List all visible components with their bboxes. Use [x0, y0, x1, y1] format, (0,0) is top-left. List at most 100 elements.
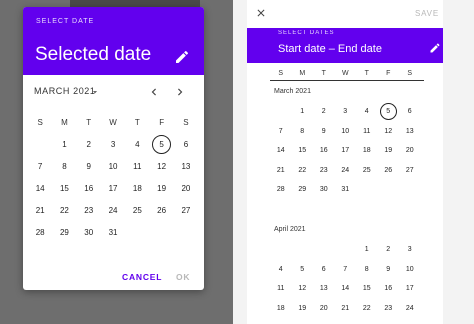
save-button[interactable]: SAVE: [415, 9, 439, 18]
day-cell[interactable]: 23: [313, 161, 335, 181]
pencil-icon[interactable]: [429, 42, 441, 54]
day-cell[interactable]: 7: [270, 122, 292, 142]
day-cell[interactable]: 17: [101, 177, 125, 199]
day-cell[interactable]: 4: [356, 102, 378, 122]
day-cell[interactable]: 24: [101, 199, 125, 221]
day-cell[interactable]: 2: [313, 102, 335, 122]
day-cell[interactable]: 16: [77, 177, 101, 199]
day-cell[interactable]: 13: [313, 279, 335, 299]
ok-button[interactable]: OK: [176, 272, 190, 282]
day-cell[interactable]: 28: [270, 180, 292, 200]
day-cell[interactable]: 7: [335, 260, 357, 280]
day-cell[interactable]: 10: [101, 155, 125, 177]
day-cell[interactable]: 18: [125, 177, 149, 199]
day-cell[interactable]: 12: [149, 155, 173, 177]
day-cell[interactable]: 22: [52, 199, 76, 221]
day-cell[interactable]: 11: [270, 279, 292, 299]
day-cell[interactable]: 12: [378, 122, 400, 142]
day-cell[interactable]: 11: [356, 122, 378, 142]
day-cell[interactable]: 3: [335, 102, 357, 122]
day-cell[interactable]: 1: [292, 102, 314, 122]
day-cell[interactable]: 9: [77, 155, 101, 177]
day-cell[interactable]: 14: [28, 177, 52, 199]
day-cell[interactable]: 19: [149, 177, 173, 199]
day-cell[interactable]: 5: [149, 133, 173, 155]
day-cell[interactable]: 19: [378, 141, 400, 161]
day-cell[interactable]: 13: [174, 155, 198, 177]
day-cell[interactable]: 28: [28, 221, 52, 243]
day-cell[interactable]: 7: [28, 155, 52, 177]
day-cell[interactable]: 15: [356, 279, 378, 299]
day-cell[interactable]: 24: [399, 299, 421, 319]
day-cell[interactable]: 13: [399, 122, 421, 142]
day-cell[interactable]: 1: [356, 240, 378, 260]
day-cell[interactable]: 6: [174, 133, 198, 155]
day-cell[interactable]: 31: [101, 221, 125, 243]
day-cell[interactable]: 26: [149, 199, 173, 221]
day-cell[interactable]: 10: [335, 122, 357, 142]
day-cell[interactable]: 6: [313, 260, 335, 280]
day-cell[interactable]: 11: [125, 155, 149, 177]
chevron-left-icon[interactable]: [147, 85, 161, 99]
arrow-drop-down-icon[interactable]: [90, 87, 100, 97]
day-cell[interactable]: 25: [125, 199, 149, 221]
day-cell[interactable]: 29: [52, 221, 76, 243]
day-cell[interactable]: 2: [77, 133, 101, 155]
day-cell[interactable]: 10: [399, 260, 421, 280]
day-cell[interactable]: 6: [399, 102, 421, 122]
day-cell[interactable]: 4: [270, 260, 292, 280]
day-cell[interactable]: 25: [356, 161, 378, 181]
day-cell[interactable]: 20: [174, 177, 198, 199]
day-cell[interactable]: 8: [356, 260, 378, 280]
day-cell[interactable]: 23: [378, 299, 400, 319]
day-cell[interactable]: 17: [399, 279, 421, 299]
day-cell[interactable]: 20: [399, 141, 421, 161]
day-cell[interactable]: 9: [378, 260, 400, 280]
day-cell[interactable]: 14: [335, 279, 357, 299]
day-cell[interactable]: 5: [292, 260, 314, 280]
day-cell[interactable]: 23: [77, 199, 101, 221]
day-cell[interactable]: 9: [313, 122, 335, 142]
day-cell[interactable]: 3: [101, 133, 125, 155]
day-cell[interactable]: 16: [378, 279, 400, 299]
day-cell[interactable]: 31: [335, 180, 357, 200]
day-cell[interactable]: 27: [399, 161, 421, 181]
day-cell[interactable]: 2: [378, 240, 400, 260]
day-cell[interactable]: 17: [335, 141, 357, 161]
day-number: 28: [35, 227, 45, 237]
day-number: 14: [341, 285, 350, 293]
day-cell[interactable]: 30: [77, 221, 101, 243]
pencil-icon[interactable]: [174, 49, 190, 65]
day-cell[interactable]: 29: [292, 180, 314, 200]
day-cell[interactable]: 22: [292, 161, 314, 181]
day-cell[interactable]: 18: [270, 299, 292, 319]
close-icon[interactable]: [255, 7, 267, 19]
day-cell[interactable]: 26: [378, 161, 400, 181]
day-number: 19: [298, 304, 307, 312]
day-cell[interactable]: 8: [292, 122, 314, 142]
day-cell[interactable]: 16: [313, 141, 335, 161]
day-cell[interactable]: 21: [28, 199, 52, 221]
day-cell[interactable]: 27: [174, 199, 198, 221]
day-cell[interactable]: 3: [399, 240, 421, 260]
day-cell[interactable]: 1: [52, 133, 76, 155]
day-cell[interactable]: 14: [270, 141, 292, 161]
day-cell[interactable]: 30: [313, 180, 335, 200]
day-cell[interactable]: 15: [292, 141, 314, 161]
day-cell[interactable]: 20: [313, 299, 335, 319]
month-year-selector[interactable]: MARCH 2021: [34, 86, 96, 96]
day-cell[interactable]: 12: [292, 279, 314, 299]
day-cell[interactable]: 24: [335, 161, 357, 181]
day-cell[interactable]: 4: [125, 133, 149, 155]
weekday-label: T: [86, 117, 92, 127]
day-cell[interactable]: 8: [52, 155, 76, 177]
chevron-right-icon[interactable]: [173, 85, 187, 99]
day-cell[interactable]: 18: [356, 141, 378, 161]
cancel-button[interactable]: CANCEL: [122, 272, 162, 282]
day-cell[interactable]: 5: [378, 102, 400, 122]
day-cell[interactable]: 19: [292, 299, 314, 319]
day-cell[interactable]: 22: [356, 299, 378, 319]
day-cell[interactable]: 21: [335, 299, 357, 319]
day-cell[interactable]: 15: [52, 177, 76, 199]
day-cell[interactable]: 21: [270, 161, 292, 181]
